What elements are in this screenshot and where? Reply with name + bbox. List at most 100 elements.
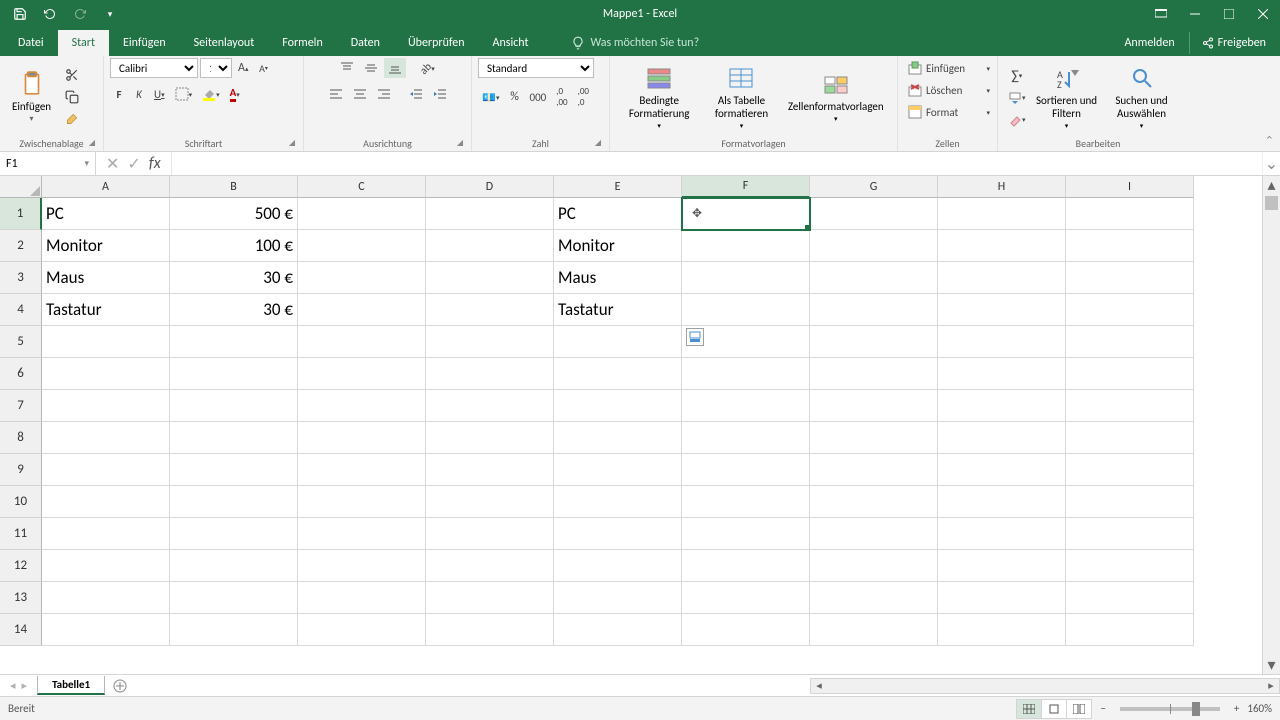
- decrease-font-button[interactable]: A▾: [254, 58, 272, 78]
- cell[interactable]: Tastatur: [42, 294, 170, 326]
- scroll-down-icon[interactable]: ▾: [1263, 656, 1280, 674]
- tab-start[interactable]: Start: [58, 30, 109, 56]
- cell[interactable]: [938, 326, 1066, 358]
- cell[interactable]: [554, 582, 682, 614]
- cell[interactable]: [682, 550, 810, 582]
- row-header[interactable]: 14: [0, 614, 42, 646]
- sheet-nav-next-icon[interactable]: ▸: [22, 679, 28, 692]
- cell[interactable]: [42, 390, 170, 422]
- cell[interactable]: Maus: [42, 262, 170, 294]
- cell[interactable]: [298, 582, 426, 614]
- row-header[interactable]: 10: [0, 486, 42, 518]
- cell[interactable]: [554, 550, 682, 582]
- cell[interactable]: [554, 486, 682, 518]
- fill-button[interactable]: ▾: [1004, 88, 1030, 108]
- cell[interactable]: [426, 614, 554, 646]
- cell[interactable]: Monitor: [42, 230, 170, 262]
- cell[interactable]: [682, 230, 810, 262]
- cell[interactable]: [938, 454, 1066, 486]
- increase-indent-button[interactable]: [429, 84, 451, 104]
- align-top-button[interactable]: [336, 58, 358, 78]
- zoom-level[interactable]: 160%: [1247, 702, 1272, 715]
- fx-icon[interactable]: fx: [149, 154, 161, 173]
- column-header[interactable]: F: [682, 176, 810, 198]
- row-header[interactable]: 11: [0, 518, 42, 550]
- column-header[interactable]: G: [810, 176, 938, 198]
- cell[interactable]: [42, 454, 170, 486]
- cell[interactable]: [426, 262, 554, 294]
- cell[interactable]: [810, 294, 938, 326]
- cell[interactable]: [682, 454, 810, 486]
- increase-decimal-button[interactable]: ,0,00: [552, 84, 571, 110]
- row-header[interactable]: 7: [0, 390, 42, 422]
- cell[interactable]: [810, 262, 938, 294]
- minimize-icon[interactable]: [1178, 0, 1212, 28]
- cell[interactable]: [1066, 486, 1194, 518]
- cell[interactable]: [170, 454, 298, 486]
- cell[interactable]: PC: [42, 198, 170, 230]
- formula-input[interactable]: [172, 152, 1262, 175]
- cell[interactable]: [1066, 390, 1194, 422]
- column-header[interactable]: C: [298, 176, 426, 198]
- cell[interactable]: [554, 518, 682, 550]
- cell[interactable]: [42, 486, 170, 518]
- cell[interactable]: [554, 326, 682, 358]
- cell[interactable]: [170, 518, 298, 550]
- cell[interactable]: [938, 582, 1066, 614]
- cell[interactable]: [42, 614, 170, 646]
- dialog-launcher-icon[interactable]: ◢: [289, 138, 295, 148]
- cell[interactable]: [170, 614, 298, 646]
- sort-filter-button[interactable]: AZ Sortieren und Filtern▾: [1030, 60, 1104, 135]
- cell[interactable]: 500 €: [170, 198, 298, 230]
- zoom-out-button[interactable]: −: [1100, 702, 1105, 715]
- cell[interactable]: [298, 358, 426, 390]
- scroll-left-icon[interactable]: ◂: [811, 679, 827, 692]
- format-painter-button[interactable]: [61, 109, 83, 129]
- dialog-launcher-icon[interactable]: ◢: [89, 138, 95, 148]
- column-header[interactable]: E: [554, 176, 682, 198]
- decrease-indent-button[interactable]: [405, 84, 427, 104]
- cell[interactable]: [938, 518, 1066, 550]
- cell[interactable]: [298, 486, 426, 518]
- cell[interactable]: [426, 294, 554, 326]
- cell[interactable]: Maus: [554, 262, 682, 294]
- cell[interactable]: [426, 198, 554, 230]
- tab-daten[interactable]: Daten: [337, 30, 394, 56]
- cell[interactable]: [298, 294, 426, 326]
- find-select-button[interactable]: Suchen und Auswählen▾: [1104, 60, 1180, 135]
- autosum-button[interactable]: ∑▾: [1004, 65, 1030, 86]
- cell[interactable]: Monitor: [554, 230, 682, 262]
- cell[interactable]: [42, 358, 170, 390]
- font-size-select[interactable]: 11: [200, 58, 232, 78]
- scroll-up-icon[interactable]: ▴: [1263, 176, 1280, 194]
- cell[interactable]: [426, 422, 554, 454]
- cell[interactable]: [1066, 454, 1194, 486]
- font-name-select[interactable]: Calibri: [110, 58, 198, 78]
- cell[interactable]: [938, 614, 1066, 646]
- cell[interactable]: [810, 486, 938, 518]
- row-header[interactable]: 2: [0, 230, 42, 262]
- cell[interactable]: [426, 390, 554, 422]
- row-header[interactable]: 3: [0, 262, 42, 294]
- expand-formula-bar-icon[interactable]: ⌄: [1262, 152, 1280, 175]
- enter-formula-icon[interactable]: ✓: [127, 154, 140, 174]
- zoom-in-button[interactable]: +: [1234, 702, 1239, 715]
- vertical-scrollbar[interactable]: ▴ ▾: [1262, 176, 1280, 674]
- tab-einfuegen[interactable]: Einfügen: [109, 30, 180, 56]
- cell[interactable]: [170, 486, 298, 518]
- cell[interactable]: [938, 262, 1066, 294]
- cell[interactable]: [938, 294, 1066, 326]
- cell[interactable]: [426, 358, 554, 390]
- cell[interactable]: [938, 486, 1066, 518]
- cell[interactable]: [682, 422, 810, 454]
- increase-font-button[interactable]: A▴: [234, 58, 252, 78]
- insert-cells-button[interactable]: Einfügen ▾: [904, 58, 994, 78]
- cell[interactable]: [426, 486, 554, 518]
- cell-styles-button[interactable]: Zellenformatvorlagen▾: [781, 66, 891, 128]
- copy-button[interactable]: [61, 87, 83, 107]
- column-header[interactable]: I: [1066, 176, 1194, 198]
- align-right-button[interactable]: [373, 84, 395, 104]
- cell[interactable]: [298, 262, 426, 294]
- cell[interactable]: [1066, 326, 1194, 358]
- align-center-button[interactable]: [349, 84, 371, 104]
